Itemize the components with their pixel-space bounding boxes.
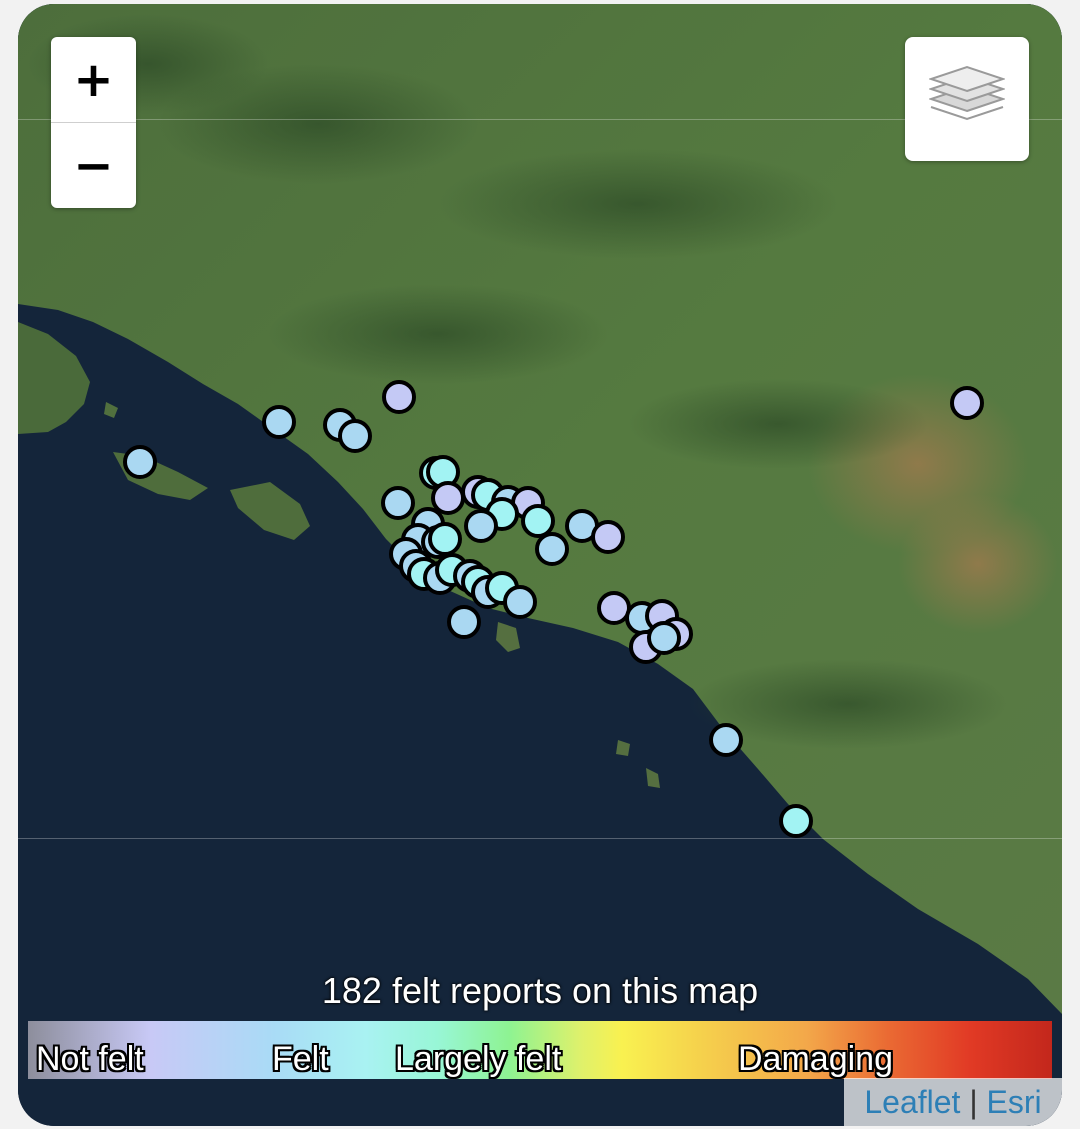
esri-link[interactable]: Esri xyxy=(987,1084,1042,1120)
felt-report-marker[interactable] xyxy=(431,481,465,515)
felt-report-marker[interactable] xyxy=(262,405,296,439)
layers-button[interactable] xyxy=(905,37,1029,161)
felt-report-marker[interactable] xyxy=(447,605,481,639)
legend-label-felt: Felt xyxy=(272,1040,329,1078)
felt-report-summary: 182 felt reports on this map xyxy=(321,970,759,1011)
legend-label-not-felt: Not felt xyxy=(36,1040,144,1078)
felt-report-marker[interactable] xyxy=(591,520,625,554)
felt-report-marker[interactable] xyxy=(464,509,498,543)
felt-report-marker[interactable] xyxy=(597,591,631,625)
felt-report-marker[interactable] xyxy=(123,445,157,479)
felt-report-marker[interactable] xyxy=(535,532,569,566)
felt-report-marker[interactable] xyxy=(381,486,415,520)
felt-report-marker[interactable] xyxy=(779,804,813,838)
felt-report-markers xyxy=(123,380,984,838)
legend-label-largely-felt: Largely felt xyxy=(395,1040,562,1078)
felt-report-marker[interactable] xyxy=(950,386,984,420)
map-container[interactable]: + − 182 felt reports on this map Not fel… xyxy=(18,4,1062,1126)
felt-report-marker[interactable] xyxy=(503,585,537,619)
legend-label-damaging: Damaging xyxy=(738,1040,893,1078)
zoom-control: + − xyxy=(51,37,136,208)
felt-report-marker[interactable] xyxy=(709,723,743,757)
felt-report-marker[interactable] xyxy=(521,504,555,538)
leaflet-link[interactable]: Leaflet xyxy=(864,1084,960,1120)
felt-report-marker[interactable] xyxy=(338,419,372,453)
intensity-legend: Not felt Felt Largely felt Damaging xyxy=(28,1021,1052,1079)
layers-icon xyxy=(929,65,1005,121)
felt-report-marker[interactable] xyxy=(428,522,462,556)
map-attribution: Leaflet | Esri xyxy=(844,1078,1062,1126)
zoom-out-button[interactable]: − xyxy=(51,123,136,208)
felt-report-marker[interactable] xyxy=(382,380,416,414)
zoom-in-button[interactable]: + xyxy=(51,37,136,123)
attribution-separator: | xyxy=(969,1084,978,1120)
felt-report-marker[interactable] xyxy=(647,621,681,655)
